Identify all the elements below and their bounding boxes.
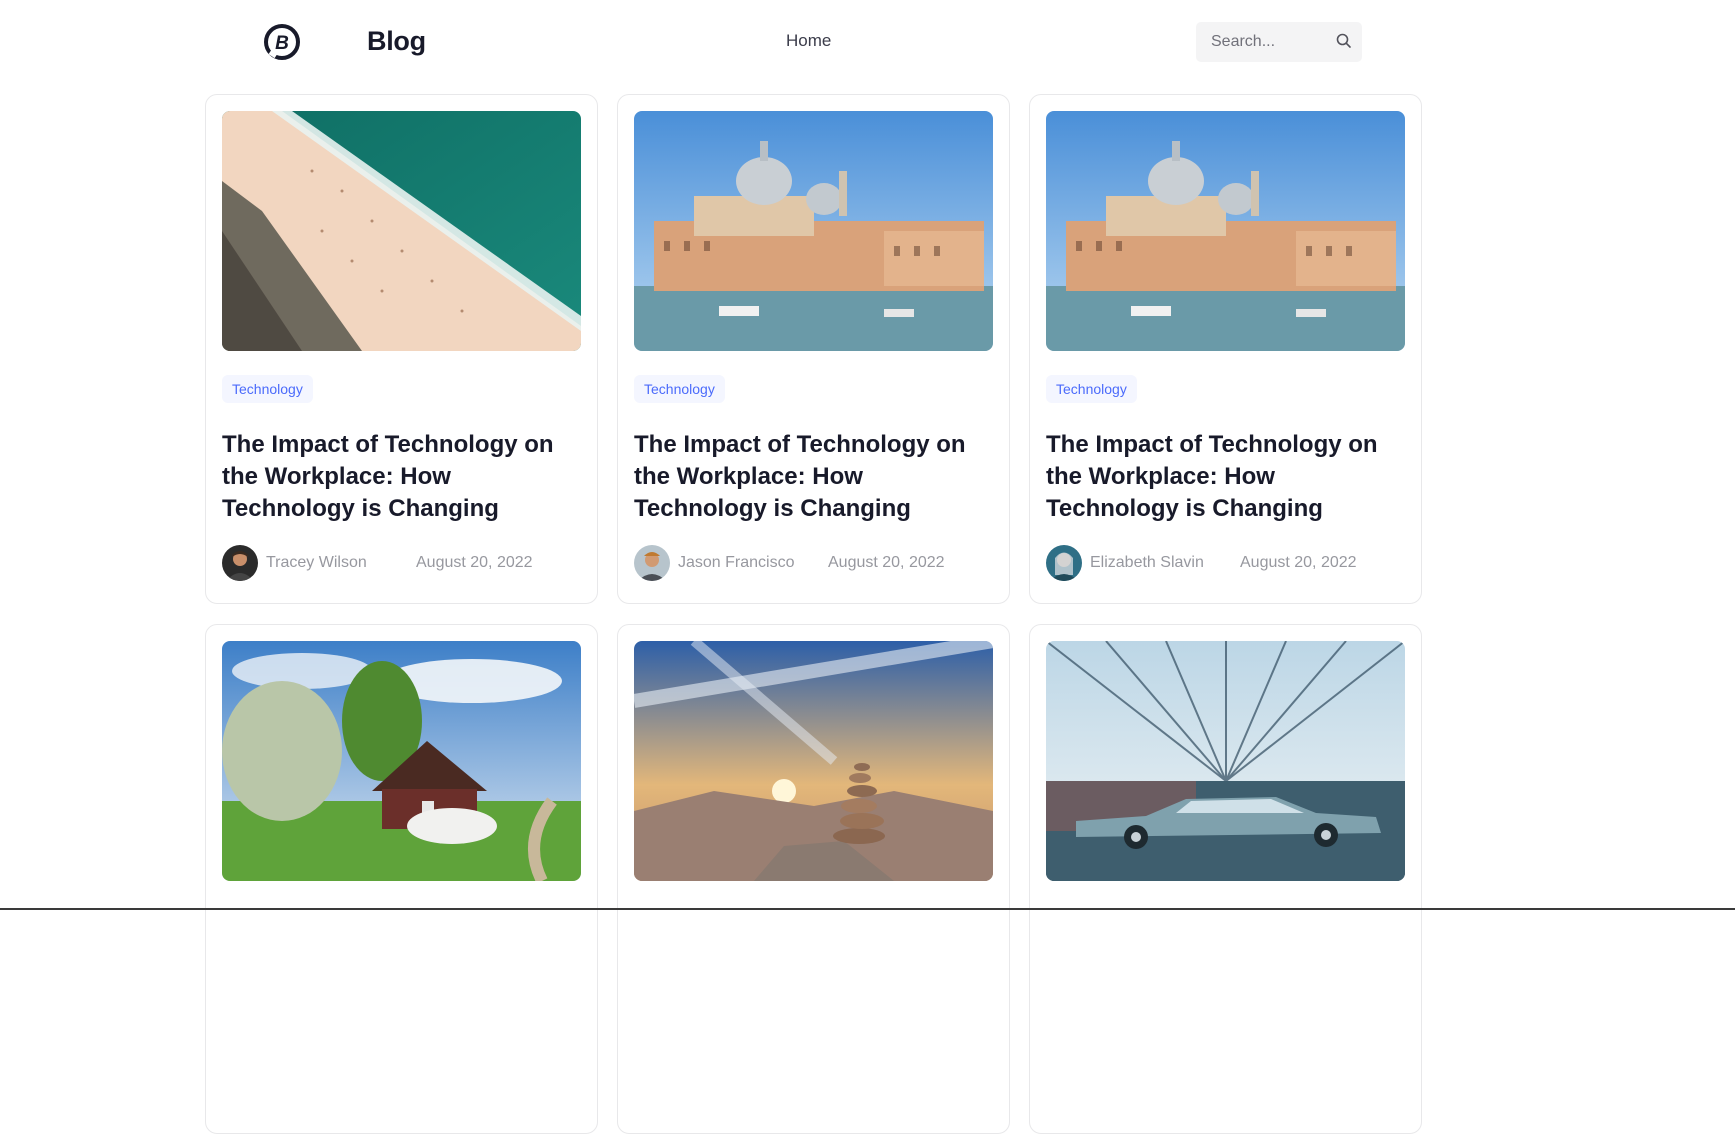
post-card[interactable]: Technology The Impact of Technology on t… — [617, 94, 1010, 604]
author-avatar[interactable] — [1046, 545, 1082, 581]
post-meta: Tracey Wilson August 20, 2022 — [222, 545, 581, 581]
post-date: August 20, 2022 — [1240, 554, 1357, 571]
author-name[interactable]: Tracey Wilson — [266, 554, 416, 572]
search-icon[interactable] — [1335, 32, 1353, 50]
top-navigation: B Blog Home — [0, 0, 1735, 90]
post-category-tag[interactable]: Technology — [1046, 375, 1137, 403]
post-image-cairn[interactable] — [634, 641, 993, 881]
author-name[interactable]: Elizabeth Slavin — [1090, 554, 1240, 572]
post-image-beach[interactable] — [222, 111, 581, 351]
search-input[interactable] — [1196, 23, 1326, 61]
svg-text:B: B — [275, 33, 289, 54]
post-category-tag[interactable]: Technology — [634, 375, 725, 403]
post-grid: Technology The Impact of Technology on t… — [205, 94, 1423, 1134]
post-date: August 20, 2022 — [828, 554, 945, 571]
post-category-tag[interactable]: Technology — [222, 375, 313, 403]
post-date: August 20, 2022 — [416, 554, 533, 571]
post-card[interactable]: Technology The Impact of Technology on t… — [1029, 94, 1422, 604]
post-meta: Elizabeth Slavin August 20, 2022 — [1046, 545, 1405, 581]
nav-link-home[interactable]: Home — [786, 31, 831, 51]
author-avatar[interactable] — [634, 545, 670, 581]
post-title[interactable]: The Impact of Technology on the Workplac… — [222, 429, 581, 525]
brand-name[interactable]: Blog — [367, 26, 426, 57]
post-card[interactable] — [1029, 624, 1422, 1134]
post-card[interactable]: Technology The Impact of Technology on t… — [205, 94, 598, 604]
post-card[interactable] — [205, 624, 598, 1134]
search-box — [1196, 22, 1362, 62]
post-image-car[interactable] — [1046, 641, 1405, 881]
blog-logo-icon[interactable]: B — [262, 22, 302, 62]
author-avatar[interactable] — [222, 545, 258, 581]
author-name[interactable]: Jason Francisco — [678, 554, 828, 572]
post-image-cottage[interactable] — [222, 641, 581, 881]
post-meta: Jason Francisco August 20, 2022 — [634, 545, 993, 581]
post-title[interactable]: The Impact of Technology on the Workplac… — [634, 429, 993, 525]
post-image-venice[interactable] — [1046, 111, 1405, 351]
post-card[interactable] — [617, 624, 1010, 1134]
post-title[interactable]: The Impact of Technology on the Workplac… — [1046, 429, 1405, 525]
post-image-venice[interactable] — [634, 111, 993, 351]
